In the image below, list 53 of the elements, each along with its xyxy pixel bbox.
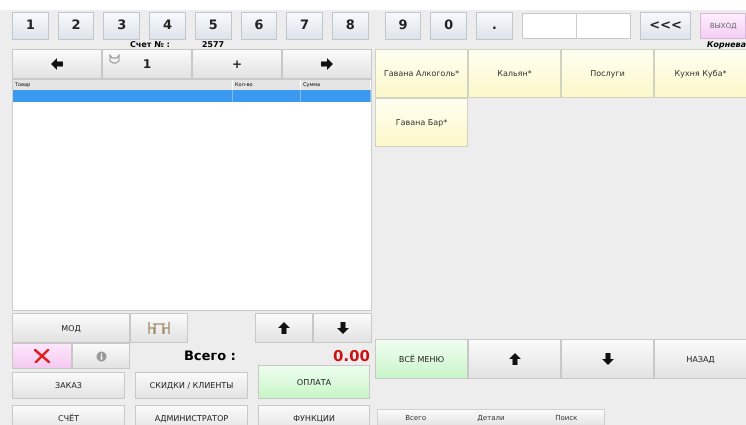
category-button[interactable]: Гавана Бар* (375, 98, 468, 147)
user-name: Корнева (706, 41, 746, 49)
add-button[interactable]: + (192, 49, 282, 79)
info-button[interactable] (72, 343, 130, 369)
menu-down-button[interactable] (561, 339, 654, 379)
keypad-key[interactable]: 3 (103, 12, 140, 40)
action-button[interactable]: СЧЁТ (12, 405, 125, 425)
keypad-key[interactable]: 0 (430, 12, 468, 40)
delete-button[interactable] (12, 343, 72, 369)
up-arrow-icon (278, 322, 290, 334)
guests-button[interactable]: 1 (102, 49, 192, 79)
back-button[interactable]: НАЗАД (654, 339, 746, 379)
action-button[interactable]: СКИДКИ / КЛИЕНТЫ (135, 372, 248, 399)
down-arrow-icon (336, 322, 348, 334)
keypad-key[interactable]: 8 (332, 12, 369, 40)
down-arrow-icon (602, 353, 614, 365)
action-button[interactable]: ОПЛАТА (258, 365, 370, 399)
close-icon (34, 349, 50, 363)
menu-up-button[interactable] (468, 339, 561, 379)
keypad-key[interactable]: 4 (149, 12, 186, 40)
category-button[interactable]: Кальян* (468, 49, 561, 98)
previous-button[interactable] (12, 49, 102, 79)
total-value: 0.00 (332, 347, 370, 365)
check-label: Счет № : (130, 41, 170, 49)
modifier-button[interactable]: МОД (12, 313, 130, 343)
category-button[interactable]: Кухня Куба* (654, 49, 746, 98)
scroll-up-button[interactable] (255, 313, 313, 343)
scroll-down-button[interactable] (313, 313, 372, 343)
action-button[interactable]: ЗАКАЗ (12, 372, 125, 399)
right-arrow-icon (321, 58, 333, 70)
tables-button[interactable] (130, 313, 188, 343)
next-button[interactable] (282, 49, 372, 79)
keypad-key[interactable]: 9 (384, 12, 422, 40)
table-chairs-icon (148, 321, 170, 335)
category-button[interactable]: Послуги (561, 49, 654, 98)
cat-icon (109, 54, 120, 64)
total-label: Всего : (184, 348, 237, 364)
action-button[interactable]: АДМИНИСТРАТОР (135, 405, 248, 425)
keypad-key[interactable]: 1 (12, 12, 49, 40)
keypad-key[interactable]: . (476, 12, 513, 40)
keypad-key[interactable]: 5 (194, 12, 232, 40)
all-menu-button[interactable]: ВСЁ МЕНЮ (375, 339, 468, 379)
input-field[interactable] (522, 12, 631, 38)
keypad-key[interactable]: 2 (58, 12, 94, 40)
check-number: 2577 (202, 41, 224, 49)
info-icon (96, 350, 106, 362)
action-button[interactable]: ФУНКЦИИ (258, 405, 370, 425)
keypad-key[interactable]: 6 (240, 12, 278, 40)
left-arrow-icon (51, 58, 63, 70)
backspace-button[interactable]: <<< (640, 12, 692, 40)
keypad-key[interactable]: 7 (286, 12, 323, 40)
up-arrow-icon (508, 353, 520, 365)
category-button[interactable]: Гавана Алкоголь* (375, 49, 468, 98)
